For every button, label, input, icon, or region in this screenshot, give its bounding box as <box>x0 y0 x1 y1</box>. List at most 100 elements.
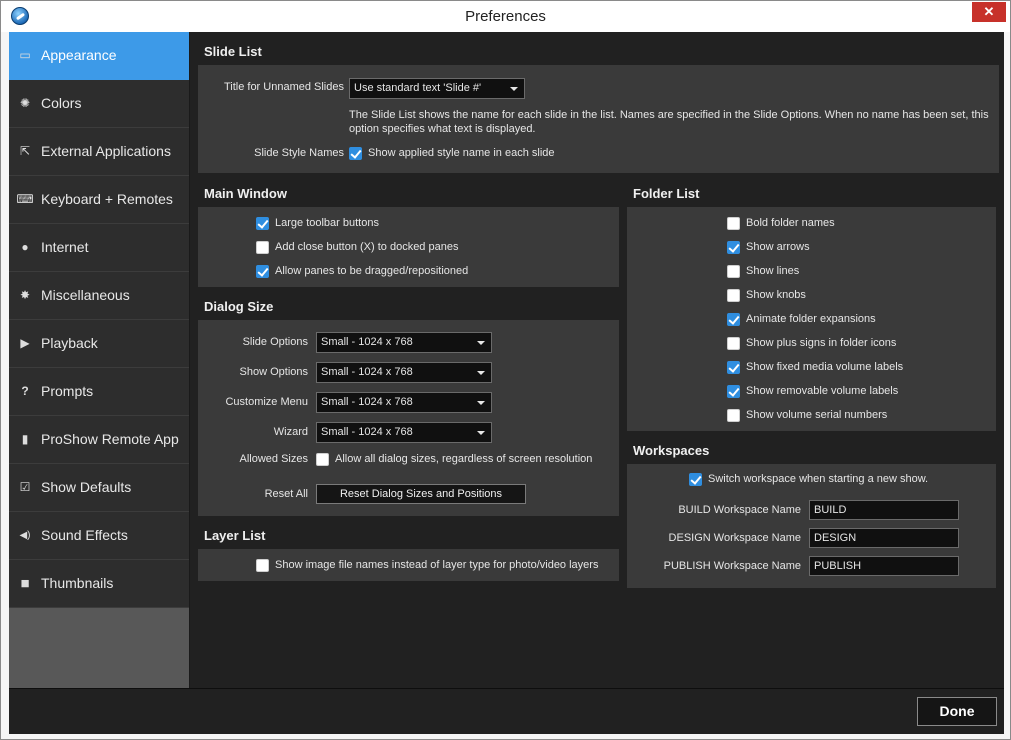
dialog-size-panel: Slide Options Small - 1024 x 768 Show Op… <box>198 320 619 516</box>
reset-dialog-sizes-button[interactable]: Reset Dialog Sizes and Positions <box>316 484 526 504</box>
sidebar-item-prompts[interactable]: ? Prompts <box>9 368 189 416</box>
sidebar-item-thumbnails[interactable]: ■ Thumbnails <box>9 560 189 608</box>
layer-list-header: Layer List <box>204 528 266 543</box>
checkbox-unchecked[interactable] <box>316 452 329 466</box>
sidebar-item-miscellaneous[interactable]: ✸ Miscellaneous <box>9 272 189 320</box>
layer-list-panel: Show image file names instead of layer t… <box>198 549 619 581</box>
show-knobs-checkbox[interactable]: Show knobs <box>727 287 806 303</box>
reset-all-label: Reset All <box>264 488 308 500</box>
sidebar-item-sound-effects[interactable]: ◀) Sound Effects <box>9 512 189 560</box>
checkbox-unchecked[interactable] <box>727 216 740 230</box>
checkbox-unchecked[interactable] <box>256 240 269 254</box>
sidebar-item-proshow-remote-app[interactable]: ▮ ProShow Remote App <box>9 416 189 464</box>
checkbox-checked[interactable] <box>349 146 362 160</box>
drag-panes-checkbox[interactable]: Allow panes to be dragged/repositioned <box>256 263 468 279</box>
bold-folder-names-checkbox[interactable]: Bold folder names <box>727 215 835 231</box>
checkbox-label: Switch workspace when starting a new sho… <box>708 473 929 485</box>
checkbox-label: Bold folder names <box>746 217 835 229</box>
sidebar-item-label: External Applications <box>41 143 171 159</box>
checkbox-label: Allow panes to be dragged/repositioned <box>275 265 469 277</box>
show-image-filenames-checkbox[interactable]: Show image file names instead of layer t… <box>256 557 598 573</box>
checkbox-label: Show removable volume labels <box>746 385 899 397</box>
sidebar-item-colors[interactable]: ✺ Colors <box>9 80 189 128</box>
dialog-size-header: Dialog Size <box>204 299 274 314</box>
slide-list-panel: Title for Unnamed Slides Use standard te… <box>198 65 999 173</box>
workspaces-panel: Switch workspace when starting a new sho… <box>627 464 996 588</box>
sidebar-item-appearance[interactable]: ▭ Appearance <box>9 32 189 80</box>
chevron-down-icon <box>477 401 485 405</box>
slide-list-description: The Slide List shows the name for each s… <box>349 109 989 135</box>
checkbox-checked[interactable] <box>256 264 269 278</box>
content-area: ▭ Appearance ✺ Colors ⇱ External Applica… <box>9 32 1004 688</box>
sidebar-item-label: ProShow Remote App <box>41 431 179 447</box>
sidebar-item-label: Prompts <box>41 383 94 399</box>
checkbox-unchecked[interactable] <box>727 264 740 278</box>
folder-list-header: Folder List <box>633 186 700 201</box>
sidebar-item-internet[interactable]: ● Internet <box>9 224 189 272</box>
title-unnamed-slides-dropdown[interactable]: Use standard text 'Slide #' <box>349 78 525 99</box>
external-apps-icon: ⇱ <box>19 144 31 158</box>
done-button[interactable]: Done <box>917 697 997 726</box>
close-button-docked-checkbox[interactable]: Add close button (X) to docked panes <box>256 239 458 255</box>
checkbox-label: Large toolbar buttons <box>275 217 379 229</box>
dropdown-value: Small - 1024 x 768 <box>321 396 413 408</box>
show-options-dropdown[interactable]: Small - 1024 x 768 <box>316 362 492 383</box>
volume-serial-numbers-checkbox[interactable]: Show volume serial numbers <box>727 407 887 423</box>
allow-all-sizes-checkbox[interactable]: Allow all dialog sizes, regardless of sc… <box>316 451 592 467</box>
sidebar-item-playback[interactable]: ▶ Playback <box>9 320 189 368</box>
animate-expansions-checkbox[interactable]: Animate folder expansions <box>727 311 876 327</box>
title-unnamed-slides-label: Title for Unnamed Slides <box>223 81 344 93</box>
chevron-down-icon <box>477 341 485 345</box>
build-workspace-field[interactable]: BUILD <box>809 500 959 520</box>
sidebar-item-show-defaults[interactable]: ☑ Show Defaults <box>9 464 189 512</box>
checkbox-unchecked[interactable] <box>727 408 740 422</box>
close-window-button[interactable]: ✕ <box>972 2 1006 22</box>
show-style-name-checkbox[interactable]: Show applied style name in each slide <box>349 145 555 161</box>
checkbox-checked[interactable] <box>727 240 740 254</box>
slide-options-label: Slide Options <box>242 336 308 348</box>
sidebar-item-keyboard-remotes[interactable]: ⌨ Keyboard + Remotes <box>9 176 189 224</box>
slide-options-dropdown[interactable]: Small - 1024 x 768 <box>316 332 492 353</box>
large-toolbar-checkbox[interactable]: Large toolbar buttons <box>256 215 379 231</box>
question-icon: ? <box>21 384 29 398</box>
sidebar-item-external-applications[interactable]: ⇱ External Applications <box>9 128 189 176</box>
show-lines-checkbox[interactable]: Show lines <box>727 263 799 279</box>
removable-volume-labels-checkbox[interactable]: Show removable volume labels <box>727 383 898 399</box>
checkbox-checked[interactable] <box>689 472 702 486</box>
show-plus-signs-checkbox[interactable]: Show plus signs in folder icons <box>727 335 896 351</box>
fixed-media-labels-checkbox[interactable]: Show fixed media volume labels <box>727 359 903 375</box>
sidebar-list: ▭ Appearance ✺ Colors ⇱ External Applica… <box>9 32 189 608</box>
title-bar: Preferences ✕ <box>1 1 1010 32</box>
sidebar-item-label: Colors <box>41 95 82 111</box>
switch-workspace-checkbox[interactable]: Switch workspace when starting a new sho… <box>689 471 928 487</box>
remote-icon: ▮ <box>21 432 29 446</box>
sidebar-item-label: Appearance <box>41 47 117 63</box>
checkbox-label: Add close button (X) to docked panes <box>275 241 459 253</box>
sidebar: ▭ Appearance ✺ Colors ⇱ External Applica… <box>9 32 189 688</box>
publish-workspace-label: PUBLISH Workspace Name <box>663 560 801 572</box>
customize-menu-dropdown[interactable]: Small - 1024 x 768 <box>316 392 492 413</box>
design-workspace-label: DESIGN Workspace Name <box>668 532 801 544</box>
checkbox-label: Show image file names instead of layer t… <box>275 559 599 571</box>
checkbox-unchecked[interactable] <box>727 336 740 350</box>
window-title: Preferences <box>465 8 546 25</box>
checkbox-label: Show applied style name in each slide <box>368 147 555 159</box>
show-options-label: Show Options <box>239 366 308 378</box>
sidebar-item-label: Miscellaneous <box>41 287 130 303</box>
checkbox-unchecked[interactable] <box>256 558 269 572</box>
dropdown-value: Small - 1024 x 768 <box>321 336 413 348</box>
show-arrows-checkbox[interactable]: Show arrows <box>727 239 810 255</box>
checkbox-unchecked[interactable] <box>727 288 740 302</box>
chevron-down-icon <box>477 431 485 435</box>
slide-list-header: Slide List <box>204 44 262 59</box>
checkbox-checked[interactable] <box>727 384 740 398</box>
publish-workspace-field[interactable]: PUBLISH <box>809 556 959 576</box>
checkbox-checked[interactable] <box>727 312 740 326</box>
design-workspace-field[interactable]: DESIGN <box>809 528 959 548</box>
slide-style-names-label: Slide Style Names <box>254 147 344 159</box>
checkbox-checked[interactable] <box>727 360 740 374</box>
checkbox-checked[interactable] <box>256 216 269 230</box>
build-workspace-label: BUILD Workspace Name <box>678 504 801 516</box>
wizard-dropdown[interactable]: Small - 1024 x 768 <box>316 422 492 443</box>
wizard-label: Wizard <box>273 426 308 438</box>
